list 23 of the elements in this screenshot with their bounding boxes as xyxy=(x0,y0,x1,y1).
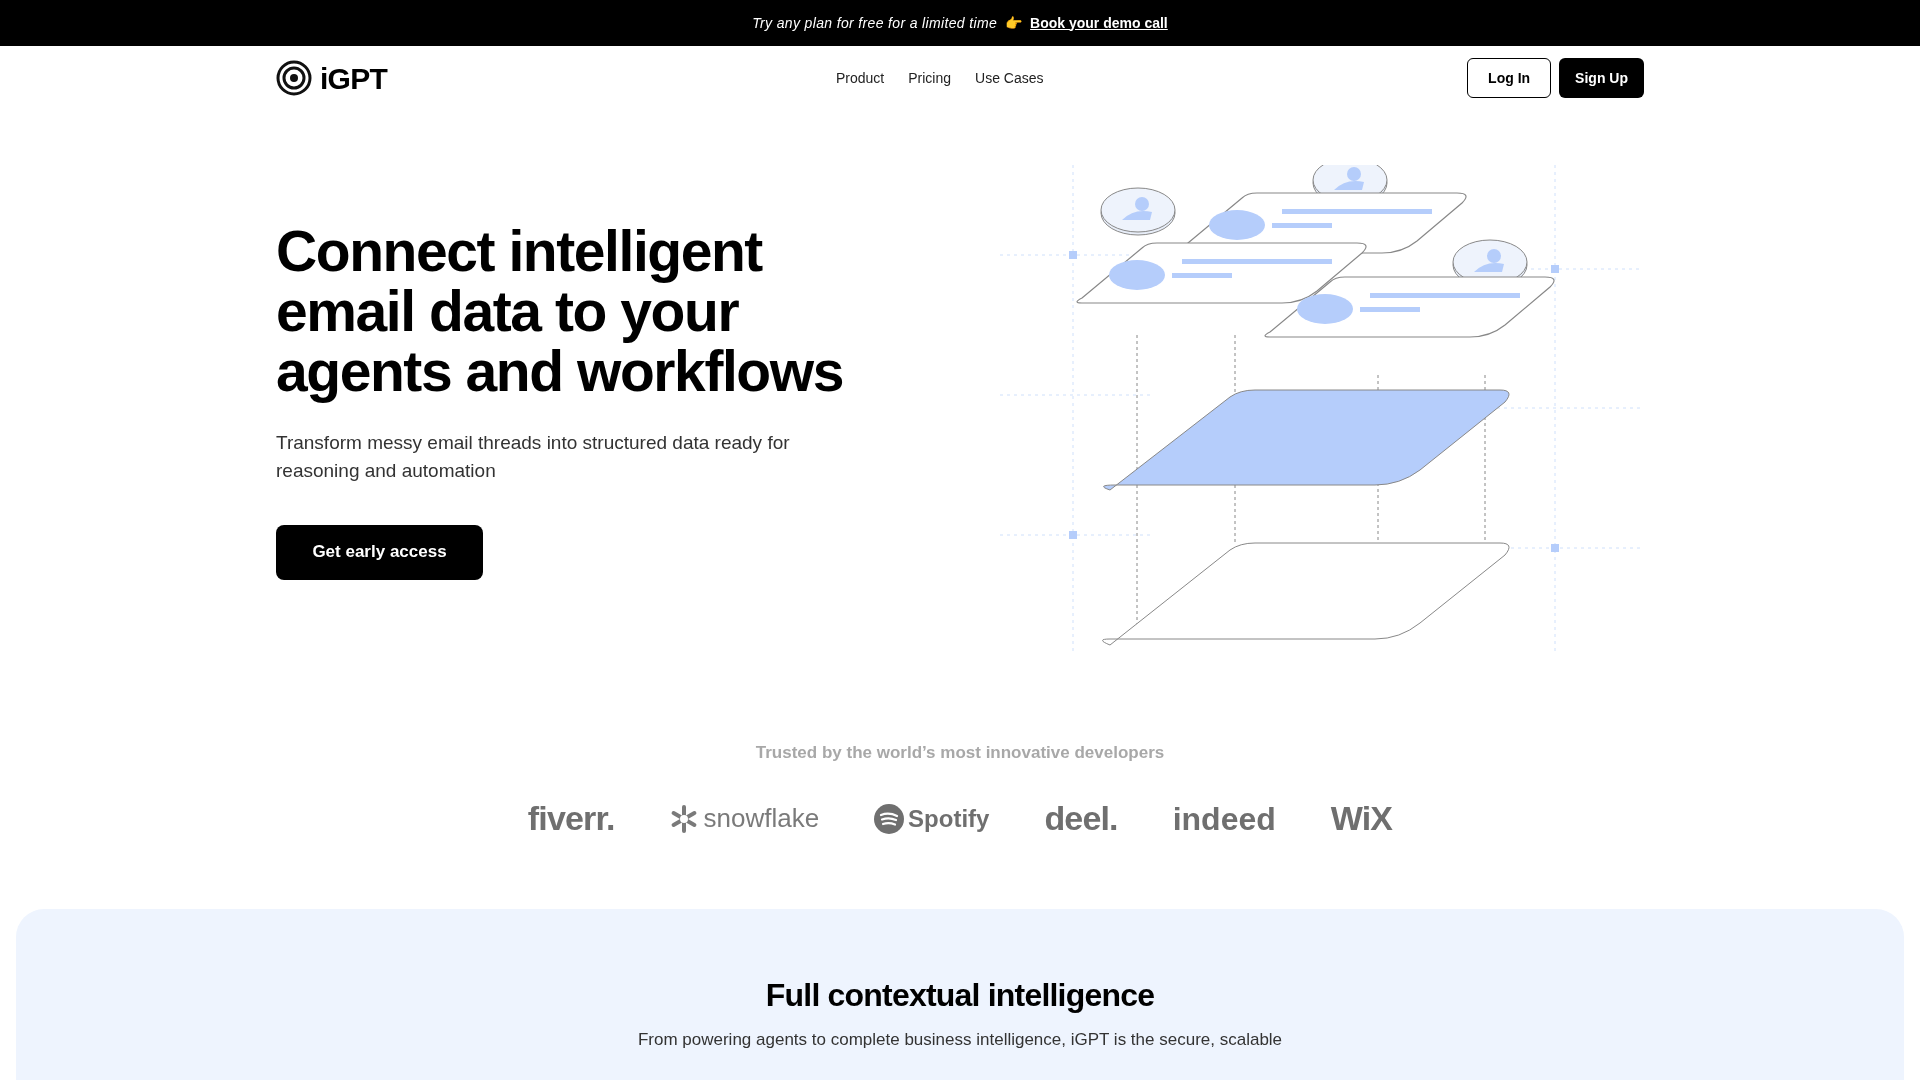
hero-headline: Connect intelligent email data to your agents and workflows xyxy=(276,220,844,401)
demo-link[interactable]: Book your demo call xyxy=(1030,12,1168,34)
brand-logo: fiverr. xyxy=(527,798,615,839)
log-in-button[interactable]: Log In xyxy=(1467,58,1552,98)
brand-logo: indeed xyxy=(1172,799,1276,839)
spotify-icon xyxy=(874,803,905,834)
nav-link[interactable]: Product xyxy=(836,67,885,89)
logo-wordmark: iGPT xyxy=(320,60,387,97)
nav-link[interactable]: Pricing xyxy=(908,67,952,89)
sign-up-button[interactable]: Sign Up xyxy=(1559,58,1644,98)
pointing-hand-emoji: 👉 xyxy=(1005,13,1023,33)
concentric-circles-logo-icon xyxy=(276,60,312,96)
brand-logo: deel. xyxy=(1044,798,1118,839)
trusted-heading: Trusted by the world’s most innovative developers xyxy=(755,742,1165,764)
brand-logo: Spotify xyxy=(908,803,990,834)
nav-link[interactable]: Use Cases xyxy=(975,67,1044,89)
brand-logo: snowflake xyxy=(703,802,820,835)
banner-text: Try any plan for free for a limited time xyxy=(752,13,998,33)
hero-subtitle: Transform messy email threads into structured data ready for reasoning and automation xyxy=(276,430,791,483)
brand-logo: WiX xyxy=(1330,798,1393,839)
section-text: From powering agents to complete business intelligence, iGPT is the secure, scalable xyxy=(637,1028,1283,1051)
section-title: Full contextual intelligence xyxy=(765,975,1155,1015)
get-early-access-button[interactable]: Get early access xyxy=(276,524,483,580)
